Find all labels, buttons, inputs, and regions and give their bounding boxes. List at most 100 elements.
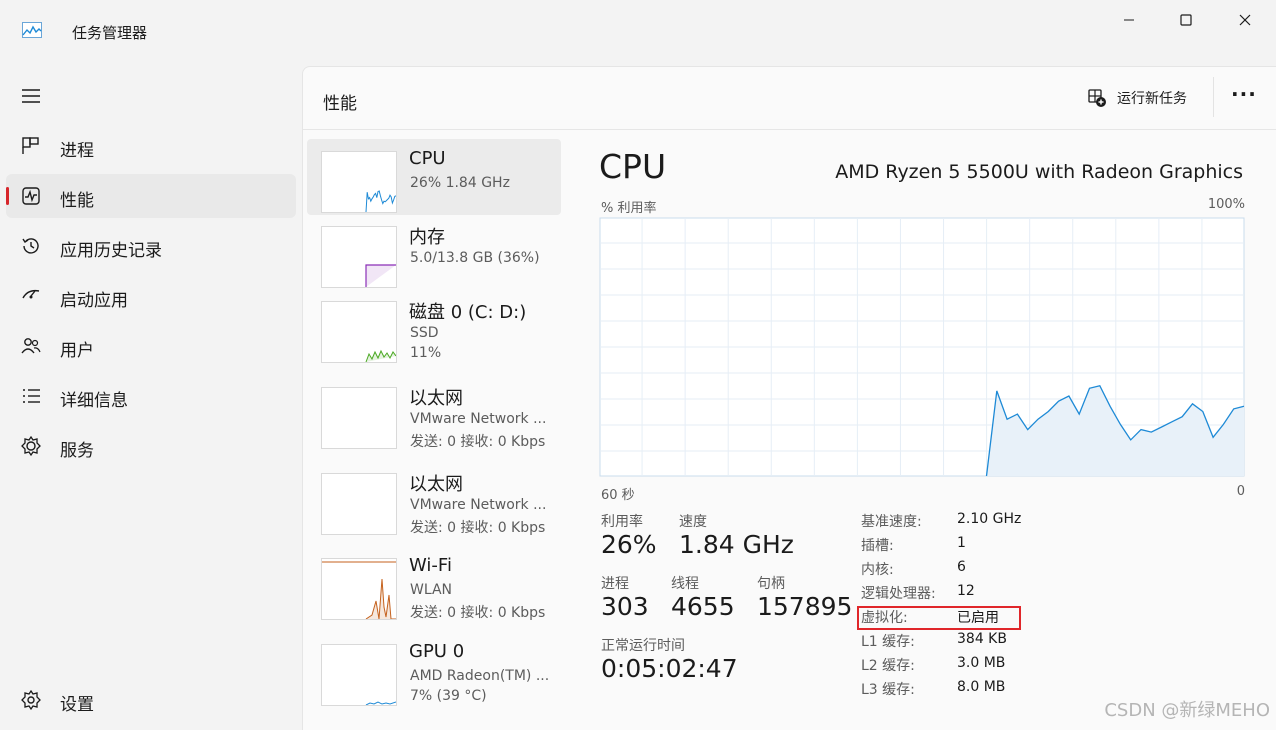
resource-subtext: AMD Radeon(TM) ... bbox=[410, 668, 550, 684]
spec-value: 2.10 GHz bbox=[957, 511, 1022, 527]
nav-item-services[interactable]: 服务 bbox=[6, 424, 296, 468]
processes-value: 303 bbox=[601, 592, 649, 621]
resource-name: 磁盘 0 (C: D:) bbox=[409, 302, 527, 323]
resource-name: 以太网 bbox=[409, 474, 463, 495]
x-axis-right-label: 0 bbox=[1236, 484, 1245, 499]
y-axis-max-label: 100% bbox=[1207, 197, 1245, 212]
disk-thumbnail-graph bbox=[321, 301, 397, 363]
nav-item-label: 启动应用 bbox=[60, 291, 128, 311]
nav-item-label: 性能 bbox=[60, 191, 94, 211]
resource-subtext: 5.0/13.8 GB (36%) bbox=[410, 250, 540, 266]
handles-label: 句柄 bbox=[757, 576, 785, 592]
y-axis-label: % 利用率 bbox=[601, 201, 657, 216]
cpu-thumbnail-line bbox=[365, 190, 396, 212]
speed-value: 1.84 GHz bbox=[679, 530, 794, 559]
memory-thumbnail-line bbox=[365, 264, 396, 287]
hamburger-menu-icon[interactable] bbox=[20, 86, 42, 106]
spec-value: 3.0 MB bbox=[957, 655, 1006, 671]
spec-label: 插槽: bbox=[861, 538, 894, 554]
minimize-button[interactable] bbox=[1100, 4, 1158, 36]
resource-name: GPU 0 bbox=[409, 641, 465, 662]
task-manager-logo-icon bbox=[22, 22, 42, 38]
nav-item-settings[interactable]: 设置 bbox=[6, 678, 296, 722]
processes-label: 进程 bbox=[601, 576, 629, 592]
spec-label: 逻辑处理器: bbox=[861, 586, 936, 602]
nav-item-details[interactable]: 详细信息 bbox=[6, 374, 296, 418]
resource-subtext: SSD bbox=[410, 325, 439, 341]
resource-name: Wi-Fi bbox=[409, 555, 452, 576]
resource-subtext: 发送: 0 接收: 0 Kbps bbox=[410, 434, 546, 450]
run-new-task-icon bbox=[1088, 89, 1106, 107]
close-button[interactable] bbox=[1216, 4, 1274, 36]
window-title: 任务管理器 bbox=[72, 24, 148, 42]
spec-label: L3 缓存: bbox=[861, 682, 915, 698]
nav-item-label: 设置 bbox=[60, 695, 94, 715]
services-icon bbox=[20, 435, 42, 457]
active-indicator bbox=[6, 187, 9, 205]
wifi-thumbnail-line bbox=[365, 578, 396, 619]
title-bar: 任务管理器 bbox=[0, 0, 1276, 64]
more-options-button[interactable]: ··· bbox=[1231, 84, 1257, 107]
resource-item-ethernet-1[interactable]: 以太网 VMware Network ... 发送: 0 接收: 0 Kbps bbox=[307, 375, 561, 451]
resource-item-wifi[interactable]: Wi-Fi WLAN 发送: 0 接收: 0 Kbps bbox=[307, 546, 561, 622]
spec-value: 6 bbox=[957, 559, 966, 575]
gpu-thumbnail-line bbox=[365, 701, 396, 705]
spec-label: 内核: bbox=[861, 562, 894, 578]
header-separator bbox=[303, 129, 1276, 130]
handles-value: 157895 bbox=[757, 592, 853, 621]
virtualization-highlight-box bbox=[857, 606, 1021, 630]
cpu-heading: CPU bbox=[599, 147, 667, 186]
resource-item-ethernet-2[interactable]: 以太网 VMware Network ... 发送: 0 接收: 0 Kbps bbox=[307, 461, 561, 537]
nav-item-performance[interactable]: 性能 bbox=[6, 174, 296, 218]
processes-icon bbox=[20, 135, 42, 157]
main-content: 性能 运行新任务 ··· CPU 26% 1.84 GHz 内存 5.0/13.… bbox=[302, 66, 1276, 730]
page-title: 性能 bbox=[323, 94, 357, 114]
nav-item-label: 用户 bbox=[60, 341, 94, 361]
details-icon bbox=[20, 385, 42, 407]
watermark: CSDN @新绿MEHO bbox=[1104, 700, 1270, 721]
nav-item-startup-apps[interactable]: 启动应用 bbox=[6, 274, 296, 318]
disk-thumbnail-line bbox=[365, 349, 396, 362]
settings-gear-icon bbox=[20, 689, 42, 711]
minimize-icon bbox=[1124, 19, 1134, 21]
resource-name: CPU bbox=[409, 148, 446, 169]
maximize-icon bbox=[1180, 14, 1192, 26]
header-divider bbox=[1213, 77, 1214, 117]
gpu-thumbnail-graph bbox=[321, 644, 397, 706]
cpu-thumbnail-graph bbox=[321, 151, 397, 213]
startup-apps-icon bbox=[20, 285, 42, 307]
resource-name: 内存 bbox=[409, 227, 445, 248]
cpu-detail-panel: CPU AMD Ryzen 5 5500U with Radeon Graphi… bbox=[599, 137, 1249, 730]
spec-label: L2 缓存: bbox=[861, 658, 915, 674]
resource-subtext: WLAN bbox=[410, 582, 453, 598]
resource-subtext: 26% 1.84 GHz bbox=[410, 175, 510, 191]
navigation-pane: 进程 性能 应用历史记录 启动应用 用户 详细信息 服务 设置 bbox=[0, 64, 302, 730]
run-new-task-button[interactable]: 运行新任务 bbox=[1087, 85, 1187, 111]
cpu-utilization-graph bbox=[599, 217, 1245, 477]
resource-subtext: 11% bbox=[410, 345, 442, 361]
nav-item-processes[interactable]: 进程 bbox=[6, 124, 296, 168]
ethernet-thumbnail-graph bbox=[321, 387, 397, 449]
cpu-model-name: AMD Ryzen 5 5500U with Radeon Graphics bbox=[835, 161, 1243, 183]
resource-item-disk[interactable]: 磁盘 0 (C: D:) SSD 11% bbox=[307, 289, 561, 365]
resource-item-cpu[interactable]: CPU 26% 1.84 GHz bbox=[307, 139, 561, 215]
resource-item-gpu[interactable]: GPU 0 AMD Radeon(TM) ... 7% (39 °C) bbox=[307, 632, 561, 708]
spec-value: 8.0 MB bbox=[957, 679, 1006, 695]
ethernet-thumbnail-graph bbox=[321, 473, 397, 535]
utilization-value: 26% bbox=[601, 530, 657, 559]
resource-subtext: 发送: 0 接收: 0 Kbps bbox=[410, 605, 546, 621]
nav-item-label: 详细信息 bbox=[60, 391, 128, 411]
app-history-icon bbox=[20, 235, 42, 257]
memory-thumbnail-graph bbox=[321, 226, 397, 288]
wifi-thumbnail-graph bbox=[321, 558, 397, 620]
nav-item-app-history[interactable]: 应用历史记录 bbox=[6, 224, 296, 268]
threads-label: 线程 bbox=[671, 576, 699, 592]
nav-item-label: 应用历史记录 bbox=[60, 241, 162, 261]
uptime-label: 正常运行时间 bbox=[601, 638, 685, 654]
maximize-button[interactable] bbox=[1157, 4, 1215, 36]
spec-label: L1 缓存: bbox=[861, 634, 915, 650]
nav-item-label: 服务 bbox=[60, 441, 94, 461]
resource-name: 以太网 bbox=[409, 388, 463, 409]
nav-item-users[interactable]: 用户 bbox=[6, 324, 296, 368]
resource-item-memory[interactable]: 内存 5.0/13.8 GB (36%) bbox=[307, 214, 561, 290]
